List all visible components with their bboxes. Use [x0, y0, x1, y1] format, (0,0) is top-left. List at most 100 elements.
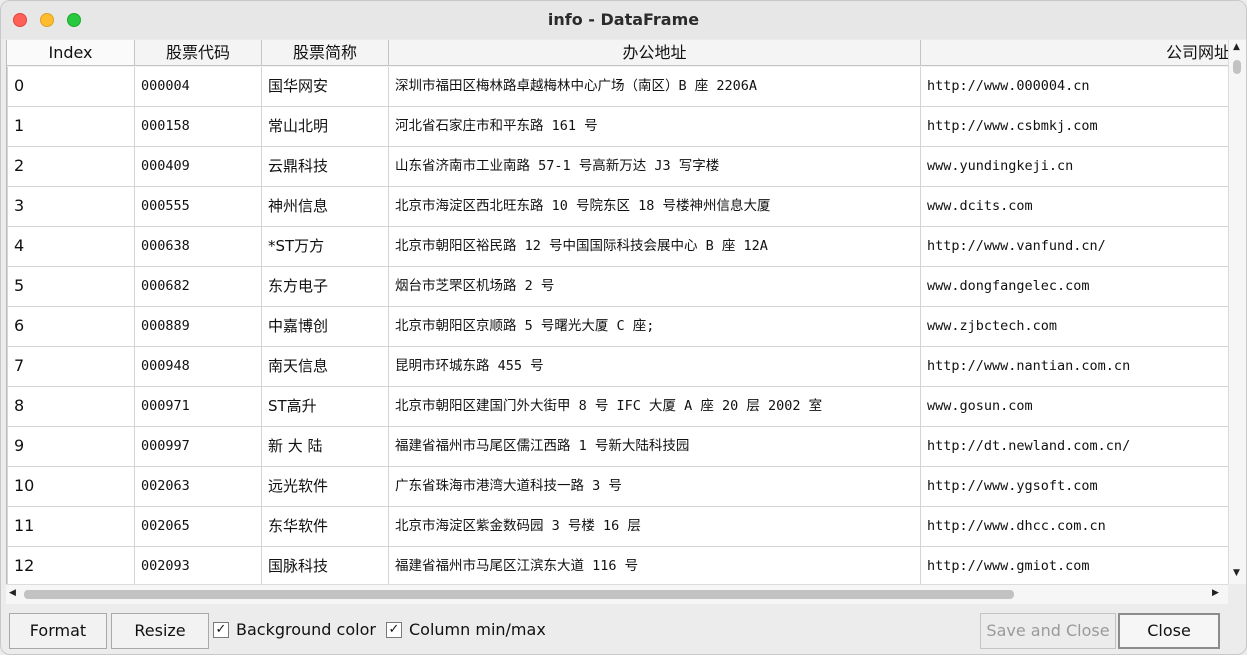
- cell-stock-code[interactable]: 000555: [135, 187, 262, 227]
- cell-office-address[interactable]: 福建省福州市马尾区儒江西路 1 号新大陆科技园: [389, 427, 921, 467]
- cell-stock-code[interactable]: 000638: [135, 227, 262, 267]
- table-row[interactable]: 4 000638 *ST万方 北京市朝阳区裕民路 12 号中国国际科技会展中心 B 座…: [7, 227, 1229, 267]
- dataframe-window: info - DataFrame Index 股票代码 股票简称 办公地址 公司…: [0, 0, 1247, 655]
- cell-company-website[interactable]: www.gosun.com: [921, 387, 1229, 427]
- horizontal-scroll-thumb[interactable]: [24, 590, 1014, 599]
- cell-index[interactable]: 6: [7, 307, 135, 347]
- cell-office-address[interactable]: 河北省石家庄市和平东路 161 号: [389, 107, 921, 147]
- cell-office-address[interactable]: 北京市海淀区紫金数码园 3 号楼 16 层: [389, 507, 921, 547]
- header-stock-name[interactable]: 股票简称: [262, 40, 389, 66]
- cell-stock-code[interactable]: 000409: [135, 147, 262, 187]
- cell-office-address[interactable]: 广东省珠海市港湾大道科技一路 3 号: [389, 467, 921, 507]
- scroll-corner: [1228, 584, 1245, 604]
- cell-index[interactable]: 12: [7, 547, 135, 584]
- cell-stock-name[interactable]: 神州信息: [262, 187, 389, 227]
- cell-stock-name[interactable]: 远光软件: [262, 467, 389, 507]
- cell-company-website[interactable]: http://www.vanfund.cn/: [921, 227, 1229, 267]
- cell-company-website[interactable]: www.dcits.com: [921, 187, 1229, 227]
- cell-index[interactable]: 0: [7, 67, 135, 107]
- table-row[interactable]: 6 000889 中嘉博创 北京市朝阳区京顺路 5 号曙光大厦 C 座; www.zjb…: [7, 307, 1229, 347]
- table-row[interactable]: 9 000997 新 大 陆福建省福州市马尾区儒江西路 1 号新大陆科技园 http:…: [7, 427, 1229, 467]
- cell-index[interactable]: 1: [7, 107, 135, 147]
- cell-stock-code[interactable]: 000682: [135, 267, 262, 307]
- header-office-address[interactable]: 办公地址: [389, 40, 921, 66]
- cell-stock-name[interactable]: 东方电子: [262, 267, 389, 307]
- scroll-right-icon[interactable]: ▶: [1212, 588, 1219, 598]
- cell-stock-name[interactable]: 国华网安: [262, 67, 389, 107]
- table-row[interactable]: 7 000948 南天信息 昆明市环城东路 455 号 http://www.nanti…: [7, 347, 1229, 387]
- cell-index[interactable]: 10: [7, 467, 135, 507]
- resize-button[interactable]: Resize: [111, 613, 209, 649]
- cell-company-website[interactable]: http://www.nantian.com.cn: [921, 347, 1229, 387]
- table-row[interactable]: 0 000004 国华网安 深圳市福田区梅林路卓越梅林中心广场（南区）B 座 2206…: [7, 67, 1229, 107]
- cell-stock-code[interactable]: 000997: [135, 427, 262, 467]
- vertical-scroll-thumb[interactable]: [1233, 60, 1241, 74]
- cell-company-website[interactable]: http://dt.newland.com.cn/: [921, 427, 1229, 467]
- cell-stock-name[interactable]: 国脉科技: [262, 547, 389, 584]
- scroll-up-icon[interactable]: ▲: [1233, 42, 1240, 52]
- cell-stock-name[interactable]: 中嘉博创: [262, 307, 389, 347]
- cell-company-website[interactable]: www.dongfangelec.com: [921, 267, 1229, 307]
- cell-stock-name[interactable]: *ST万方: [262, 227, 389, 267]
- cell-office-address[interactable]: 烟台市芝罘区机场路 2 号: [389, 267, 921, 307]
- scroll-down-icon[interactable]: ▼: [1233, 568, 1240, 578]
- cell-company-website[interactable]: www.zjbctech.com: [921, 307, 1229, 347]
- table-row[interactable]: 11 002065 东华软件 北京市海淀区紫金数码园 3 号楼 16 层 http://…: [7, 507, 1229, 547]
- cell-index[interactable]: 2: [7, 147, 135, 187]
- cell-office-address[interactable]: 昆明市环城东路 455 号: [389, 347, 921, 387]
- column-minmax-checkbox[interactable]: ✓: [386, 622, 402, 638]
- cell-office-address[interactable]: 深圳市福田区梅林路卓越梅林中心广场（南区）B 座 2206A: [389, 67, 921, 107]
- cell-stock-code[interactable]: 002065: [135, 507, 262, 547]
- header-index[interactable]: Index: [7, 40, 135, 66]
- background-color-checkbox[interactable]: ✓: [213, 622, 229, 638]
- table-row[interactable]: 12 002093 国脉科技 福建省福州市马尾区江滨东大道 116 号 http://w…: [7, 547, 1229, 584]
- table-row[interactable]: 1 000158 常山北明 河北省石家庄市和平东路 161 号 http://www.c…: [7, 107, 1229, 147]
- cell-company-website[interactable]: http://www.csbmkj.com: [921, 107, 1229, 147]
- save-and-close-button[interactable]: Save and Close: [980, 613, 1116, 649]
- cell-stock-code[interactable]: 000948: [135, 347, 262, 387]
- vertical-scrollbar[interactable]: ▲ ▼: [1228, 40, 1246, 584]
- horizontal-scrollbar[interactable]: ◀ ▶: [6, 584, 1228, 604]
- cell-company-website[interactable]: www.yundingkeji.cn: [921, 147, 1229, 187]
- cell-office-address[interactable]: 北京市海淀区西北旺东路 10 号院东区 18 号楼神州信息大厦: [389, 187, 921, 227]
- table-row[interactable]: 5 000682 东方电子 烟台市芝罘区机场路 2 号 www.dongfangelec…: [7, 267, 1229, 307]
- cell-stock-name[interactable]: 新 大 陆: [262, 427, 389, 467]
- cell-office-address[interactable]: 山东省济南市工业南路 57-1 号高新万达 J3 写字楼: [389, 147, 921, 187]
- cell-office-address[interactable]: 北京市朝阳区建国门外大街甲 8 号 IFC 大厦 A 座 20 层 2002 室: [389, 387, 921, 427]
- cell-stock-code[interactable]: 000971: [135, 387, 262, 427]
- format-button[interactable]: Format: [9, 613, 107, 649]
- cell-index[interactable]: 9: [7, 427, 135, 467]
- cell-stock-code[interactable]: 002093: [135, 547, 262, 584]
- cell-stock-name[interactable]: 南天信息: [262, 347, 389, 387]
- cell-index[interactable]: 7: [7, 347, 135, 387]
- cell-company-website[interactable]: http://www.000004.cn: [921, 67, 1229, 107]
- cell-index[interactable]: 8: [7, 387, 135, 427]
- cell-stock-code[interactable]: 002063: [135, 467, 262, 507]
- table-row[interactable]: 2 000409 云鼎科技 山东省济南市工业南路 57-1 号高新万达 J3 写字楼 w…: [7, 147, 1229, 187]
- cell-company-website[interactable]: http://www.ygsoft.com: [921, 467, 1229, 507]
- table-row[interactable]: 3 000555 神州信息 北京市海淀区西北旺东路 10 号院东区 18 号楼神州信息…: [7, 187, 1229, 227]
- cell-stock-code[interactable]: 000004: [135, 67, 262, 107]
- cell-company-website[interactable]: http://www.dhcc.com.cn: [921, 507, 1229, 547]
- scroll-left-icon[interactable]: ◀: [9, 588, 16, 598]
- cell-index[interactable]: 4: [7, 227, 135, 267]
- cell-stock-code[interactable]: 000158: [135, 107, 262, 147]
- cell-company-website[interactable]: http://www.gmiot.com: [921, 547, 1229, 584]
- table-row[interactable]: 8 000971 ST高升 北京市朝阳区建国门外大街甲 8 号 IFC 大厦 A 座 …: [7, 387, 1229, 427]
- cell-stock-name[interactable]: 常山北明: [262, 107, 389, 147]
- close-button[interactable]: Close: [1118, 613, 1220, 649]
- cell-stock-name[interactable]: 云鼎科技: [262, 147, 389, 187]
- cell-index[interactable]: 5: [7, 267, 135, 307]
- cell-stock-name[interactable]: ST高升: [262, 387, 389, 427]
- table-header: Index 股票代码 股票简称 办公地址 公司网址: [7, 40, 1229, 67]
- table-row[interactable]: 10 002063 远光软件 广东省珠海市港湾大道科技一路 3 号 http://www…: [7, 467, 1229, 507]
- cell-stock-name[interactable]: 东华软件: [262, 507, 389, 547]
- cell-office-address[interactable]: 北京市朝阳区京顺路 5 号曙光大厦 C 座;: [389, 307, 921, 347]
- header-company-website[interactable]: 公司网址: [921, 40, 1229, 66]
- cell-index[interactable]: 11: [7, 507, 135, 547]
- cell-stock-code[interactable]: 000889: [135, 307, 262, 347]
- cell-index[interactable]: 3: [7, 187, 135, 227]
- cell-office-address[interactable]: 福建省福州市马尾区江滨东大道 116 号: [389, 547, 921, 584]
- header-stock-code[interactable]: 股票代码: [135, 40, 262, 66]
- cell-office-address[interactable]: 北京市朝阳区裕民路 12 号中国国际科技会展中心 B 座 12A: [389, 227, 921, 267]
